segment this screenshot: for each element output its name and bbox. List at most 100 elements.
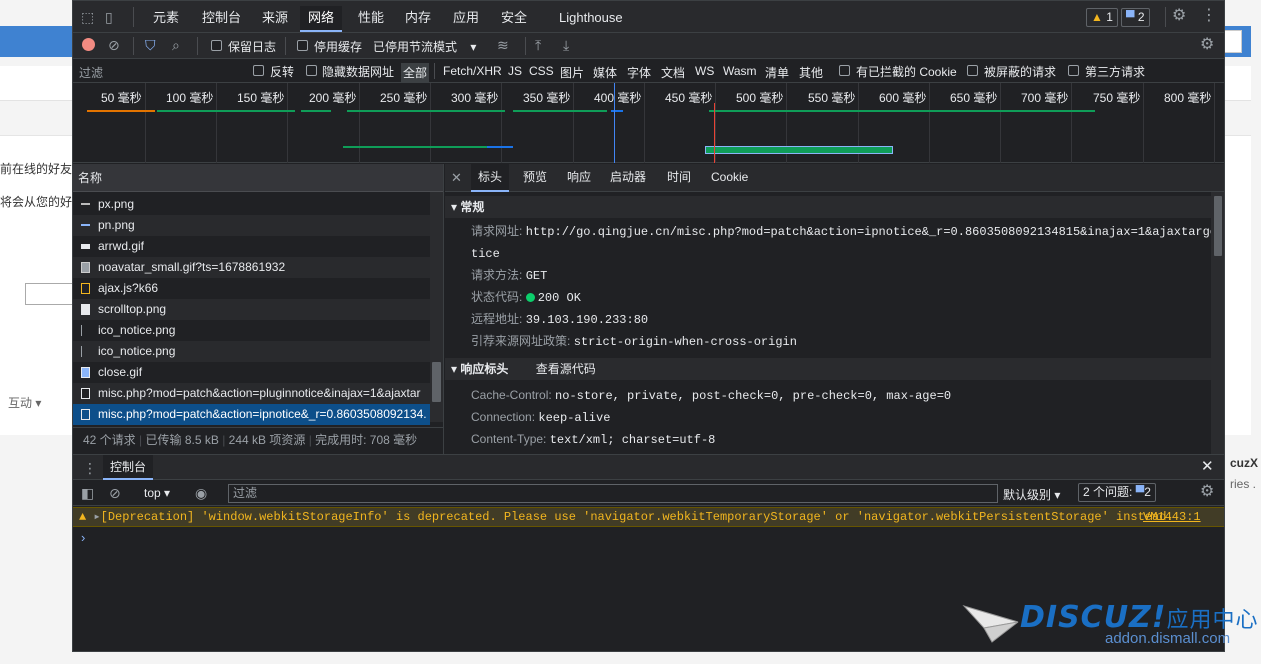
third-party-checkbox[interactable] — [1068, 65, 1079, 76]
console-warning-message[interactable]: ▲ ▸[Deprecation] 'window.webkitStorageIn… — [73, 507, 1224, 527]
inspect-element-icon[interactable]: ⬚ — [81, 9, 94, 25]
console-prompt[interactable]: › — [81, 530, 85, 545]
network-overview-timeline[interactable]: 50 毫秒 100 毫秒 150 毫秒 200 毫秒 250 毫秒 300 毫秒… — [73, 83, 1224, 163]
filter-type-media[interactable]: 媒体 — [591, 63, 619, 82]
disable-cache-checkbox[interactable] — [297, 40, 308, 51]
clear-console-icon[interactable]: ⊘ — [109, 485, 121, 501]
tab-security[interactable]: 安全 — [493, 6, 535, 32]
import-har-icon[interactable]: ⤒ — [535, 37, 541, 53]
devtools-window: ⬚ ▯ 元素 控制台 来源 网络 性能 内存 应用 安全 Lighthouse … — [72, 0, 1225, 652]
clear-icon[interactable]: ⊘ — [108, 37, 120, 53]
detail-scrollbar[interactable] — [1211, 192, 1224, 454]
timeline-tick: 250 毫秒 — [380, 91, 428, 105]
console-toolbar: ◧ ⊘ top ▾ ◉ 过滤 默认级别 ▾ 2 个问题: ▀2 ⚙ — [73, 480, 1224, 506]
paper-plane-icon — [962, 605, 1019, 643]
filter-type-fetch[interactable]: Fetch/XHR — [441, 63, 504, 79]
filter-icon[interactable]: ⛉ — [145, 37, 156, 53]
drawer-menu-icon[interactable]: ⋮ — [83, 460, 97, 476]
referrer-policy-row: 引荐来源网址政策: strict-origin-when-cross-origi… — [471, 334, 797, 349]
filter-type-doc[interactable]: 文档 — [659, 63, 687, 82]
general-section-header[interactable]: ▾ 常规 — [445, 196, 1211, 218]
tab-console[interactable]: 控制台 — [194, 6, 249, 32]
messages-badge[interactable]: ▀ 2 — [1121, 8, 1150, 27]
hide-data-urls-checkbox[interactable] — [306, 65, 317, 76]
view-source-link[interactable]: 查看源代码 — [536, 362, 596, 376]
filter-type-wasm[interactable]: Wasm — [721, 63, 759, 79]
tab-application[interactable]: 应用 — [445, 6, 487, 32]
export-har-icon[interactable]: ⤓ — [563, 37, 569, 53]
filter-type-all[interactable]: 全部 — [401, 63, 430, 82]
close-drawer-icon[interactable]: ✕ — [1201, 459, 1214, 475]
tab-performance[interactable]: 性能 — [350, 6, 392, 32]
issues-badge[interactable]: 2 个问题: ▀2 — [1078, 483, 1156, 502]
log-level-select[interactable]: 默认级别 ▾ — [1003, 486, 1060, 503]
tab-elements[interactable]: 元素 — [145, 6, 187, 32]
tab-cookies[interactable]: Cookie — [704, 164, 755, 192]
filter-type-img[interactable]: 图片 — [558, 63, 586, 82]
tab-response[interactable]: 响应 — [560, 164, 598, 192]
table-row[interactable]: ico_notice.png — [73, 341, 430, 362]
more-options-icon[interactable]: ⋮ — [1201, 8, 1217, 24]
page-text-interact[interactable]: 互动 ▾ — [8, 394, 41, 411]
table-row[interactable]: pn.png — [73, 215, 430, 236]
context-select[interactable]: top ▾ — [144, 486, 170, 500]
request-detail-pane: ✕ 标头 预览 响应 启动器 时间 Cookie ▾ 常规 请求网址: http… — [445, 164, 1224, 454]
settings-gear-icon[interactable]: ⚙ — [1172, 8, 1186, 24]
table-row[interactable]: scrolltop.png — [73, 299, 430, 320]
filter-type-font[interactable]: 字体 — [625, 63, 653, 82]
header-connection: Connection: keep-alive — [471, 410, 611, 425]
record-icon[interactable] — [82, 38, 95, 51]
live-expression-eye-icon[interactable]: ◉ — [195, 485, 207, 501]
discuz-logo: DISCUZ!应用中心 addon.dismall.com — [962, 600, 1257, 652]
warning-source-link[interactable]: VM1443:1 — [1143, 508, 1201, 527]
blocked-requests-checkbox[interactable] — [967, 65, 978, 76]
sidebar-toggle-icon[interactable]: ◧ — [81, 485, 94, 501]
tab-preview[interactable]: 预览 — [516, 164, 554, 192]
search-icon[interactable]: ⌕ — [172, 37, 180, 53]
blocked-cookies-checkbox[interactable] — [839, 65, 850, 76]
filter-type-js[interactable]: JS — [506, 63, 524, 79]
table-row[interactable]: ajax.js?k66 — [73, 278, 430, 299]
network-conditions-icon[interactable]: ≋ — [497, 37, 509, 53]
table-row[interactable]: arrwd.gif — [73, 236, 430, 257]
throttling-select[interactable]: 已停用节流模式 ▾ — [373, 38, 476, 55]
filter-type-css[interactable]: CSS — [527, 63, 556, 79]
close-icon[interactable]: ✕ — [451, 170, 462, 186]
table-row[interactable]: ico_notice.png — [73, 320, 430, 341]
column-header-name[interactable]: 名称 — [73, 164, 443, 192]
tab-memory[interactable]: 内存 — [397, 6, 439, 32]
hide-data-urls-label: 隐藏数据网址 — [322, 65, 395, 79]
timeline-tick: 350 毫秒 — [523, 91, 571, 105]
request-list-scrollbar[interactable] — [430, 192, 443, 422]
tab-network[interactable]: 网络 — [300, 6, 343, 32]
tab-timing[interactable]: 时间 — [660, 164, 698, 192]
page-search-field[interactable] — [1224, 30, 1242, 53]
tab-initiator[interactable]: 启动器 — [603, 164, 653, 192]
table-row[interactable]: close.gif — [73, 362, 430, 383]
table-row[interactable]: px.png — [73, 194, 430, 215]
warnings-badge[interactable]: ▲ 1 — [1086, 8, 1118, 27]
filter-input[interactable]: 过滤 — [79, 64, 239, 81]
table-row[interactable]: misc.php?mod=patch&action=pluginnotice&i… — [73, 383, 430, 404]
tab-drawer-console[interactable]: 控制台 — [103, 455, 154, 480]
network-settings-gear-icon[interactable]: ⚙ — [1200, 37, 1214, 53]
expand-arrow-icon[interactable]: ▸ — [93, 510, 100, 524]
timeline-tick: 400 毫秒 — [594, 91, 642, 105]
device-toolbar-icon[interactable]: ▯ — [105, 9, 113, 25]
table-row[interactable]: noavatar_small.gif?ts=1678861932 — [73, 257, 430, 278]
tab-headers[interactable]: 标头 — [471, 164, 510, 192]
console-settings-gear-icon[interactable]: ⚙ — [1200, 484, 1214, 500]
logo-domain: addon.dismall.com — [1105, 630, 1231, 647]
tab-sources[interactable]: 来源 — [254, 6, 296, 32]
filter-type-other[interactable]: 其他 — [797, 63, 825, 82]
invert-checkbox[interactable] — [253, 65, 264, 76]
filter-type-ws[interactable]: WS — [693, 63, 716, 79]
table-row-selected[interactable]: misc.php?mod=patch&action=ipnotice&_r=0.… — [73, 404, 430, 425]
page-text-right1: cuzX — [1230, 456, 1259, 470]
filter-type-manifest[interactable]: 清单 — [763, 63, 791, 82]
console-filter-input[interactable]: 过滤 — [228, 484, 998, 503]
response-headers-section-header[interactable]: ▾ 响应标头 查看源代码 — [445, 358, 1211, 380]
tab-lighthouse[interactable]: Lighthouse — [551, 6, 631, 32]
page-input-box[interactable] — [25, 283, 75, 305]
preserve-log-checkbox[interactable] — [211, 40, 222, 51]
